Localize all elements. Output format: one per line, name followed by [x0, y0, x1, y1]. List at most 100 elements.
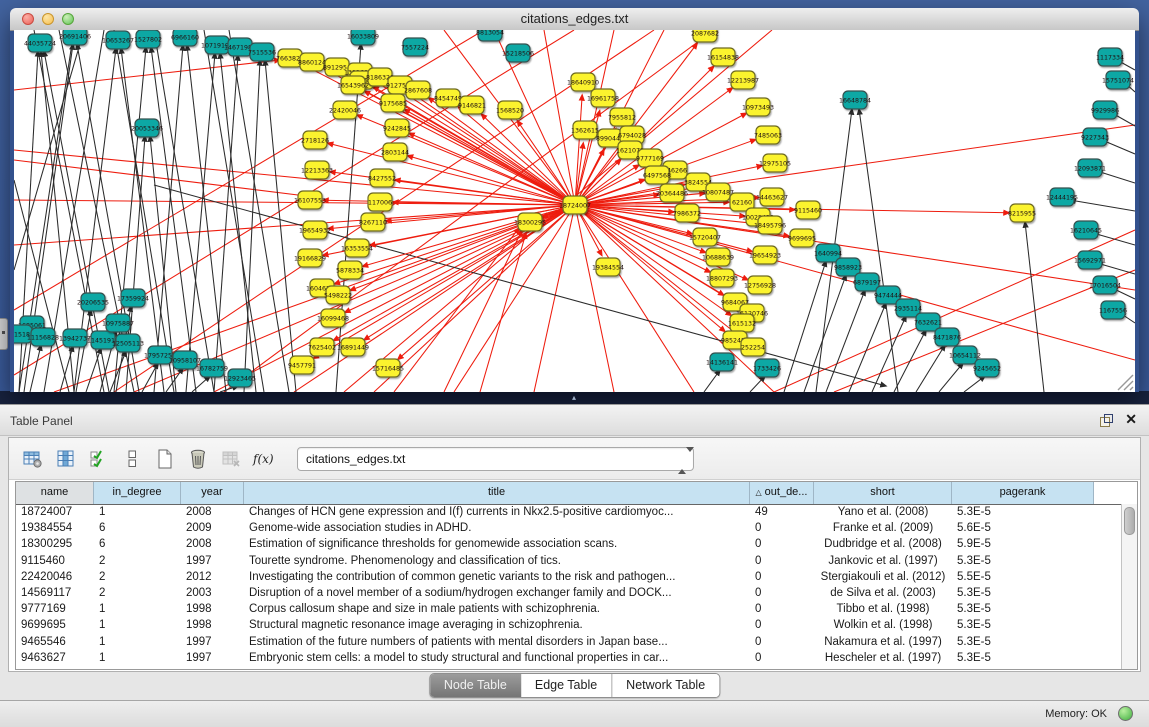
table-cell-title[interactable]: Embryonic stem cells: a model to study s…: [244, 650, 750, 666]
close-panel-icon[interactable]: ✕: [1125, 411, 1137, 428]
graph-node[interactable]: 2867608: [404, 81, 432, 99]
table-cell-title[interactable]: Corpus callosum shape and size in male p…: [244, 601, 750, 617]
graph-node[interactable]: 1527802: [134, 30, 162, 48]
table-cell-in_degree[interactable]: 2: [94, 569, 181, 585]
table-cell-pagerank[interactable]: 5.3E-5: [952, 504, 1094, 520]
table-cell-in_degree[interactable]: 2: [94, 585, 181, 601]
table-cell-name[interactable]: 19384554: [16, 520, 94, 536]
table-cell-name[interactable]: 9465546: [16, 634, 94, 650]
graph-node[interactable]: 5498222: [324, 286, 352, 304]
graph-node[interactable]: 1117334: [1096, 48, 1124, 66]
graph-node[interactable]: 20053346: [131, 119, 163, 137]
table-cell-out_degree[interactable]: 0: [750, 601, 814, 617]
graph-node[interactable]: 9457791: [288, 356, 316, 374]
graph-node[interactable]: 7625402: [308, 338, 336, 356]
collapsed-panel-handle[interactable]: [0, 318, 8, 350]
select-all-icon[interactable]: [85, 445, 113, 473]
graph-node[interactable]: 9146821: [458, 96, 486, 114]
create-column-icon[interactable]: [151, 445, 179, 473]
table-cell-name[interactable]: 18724007: [16, 504, 94, 520]
table-cell-pagerank[interactable]: 5.9E-5: [952, 536, 1094, 552]
table-row[interactable]: 2242004622012Investigating the contribut…: [16, 569, 1122, 585]
table-cell-pagerank[interactable]: 5.3E-5: [952, 585, 1094, 601]
float-panel-icon[interactable]: [1100, 414, 1113, 427]
graph-node[interactable]: 5878334: [336, 261, 364, 279]
table-cell-short[interactable]: de Silva et al. (2003): [814, 585, 952, 601]
graph-node[interactable]: 7986372: [673, 204, 701, 222]
graph-node[interactable]: 8267110: [359, 213, 387, 231]
graph-node[interactable]: 7485063: [754, 126, 782, 144]
table-cell-in_degree[interactable]: 6: [94, 536, 181, 552]
table-cell-pagerank[interactable]: 5.3E-5: [952, 553, 1094, 569]
graph-node[interactable]: 16961758: [587, 89, 619, 107]
graph-node[interactable]: 9175685: [379, 94, 407, 112]
graph-node[interactable]: 10688639: [702, 248, 734, 266]
graph-node[interactable]: 18495796: [754, 216, 786, 234]
table-cell-out_degree[interactable]: 0: [750, 569, 814, 585]
graph-node[interactable]: 18640910: [567, 73, 599, 91]
graph-node[interactable]: 15720407: [689, 228, 721, 246]
graph-node[interactable]: 16154838: [707, 48, 739, 66]
tab-edge-table[interactable]: Edge Table: [521, 674, 611, 697]
graph-node[interactable]: 10653267: [102, 31, 134, 49]
graph-node[interactable]: 6497568: [643, 166, 671, 184]
table-cell-pagerank[interactable]: 5.3E-5: [952, 634, 1094, 650]
graph-node[interactable]: 16891449: [337, 338, 369, 356]
graph-node[interactable]: 16099468: [317, 309, 349, 327]
table-row[interactable]: 1830029562008Estimation of significance …: [16, 536, 1122, 552]
graph-node[interactable]: 12756928: [744, 276, 776, 294]
graph-node[interactable]: 16353554: [341, 239, 373, 257]
table-row[interactable]: 1872400712008Changes of HCN gene express…: [16, 504, 1122, 520]
resize-grip-icon[interactable]: [1118, 375, 1133, 390]
graph-node[interactable]: 10807487: [702, 183, 734, 201]
graph-node[interactable]: 12505113: [112, 334, 144, 352]
graph-node[interactable]: 12975105: [759, 154, 791, 172]
graph-node[interactable]: 16782759: [196, 359, 228, 377]
graph-node[interactable]: 10975887: [102, 314, 134, 332]
graph-node[interactable]: 7955812: [608, 108, 636, 126]
graph-node[interactable]: 16033809: [347, 30, 379, 45]
table-cell-name[interactable]: 9777169: [16, 601, 94, 617]
table-row[interactable]: 969969511998Structural magnetic resonanc…: [16, 617, 1122, 633]
graph-node[interactable]: 9929986: [1091, 101, 1119, 119]
graph-node[interactable]: 44035724: [24, 34, 56, 52]
table-cell-short[interactable]: Nakamura et al. (1997): [814, 634, 952, 650]
graph-node[interactable]: 19654923: [749, 246, 781, 264]
table-cell-name[interactable]: 22420046: [16, 569, 94, 585]
scrollbar-thumb[interactable]: [1124, 507, 1135, 535]
table-cell-year[interactable]: 1998: [181, 601, 244, 617]
table-cell-year[interactable]: 2012: [181, 569, 244, 585]
graph-node[interactable]: 15218506: [502, 44, 534, 62]
table-cell-pagerank[interactable]: 5.3E-5: [952, 650, 1094, 666]
vertical-scrollbar[interactable]: [1121, 504, 1137, 669]
table-cell-out_degree[interactable]: 0: [750, 536, 814, 552]
table-cell-out_degree[interactable]: 0: [750, 634, 814, 650]
table-cell-year[interactable]: 1997: [181, 553, 244, 569]
column-header-name[interactable]: name: [16, 482, 94, 504]
graph-node[interactable]: 1733426: [753, 359, 781, 377]
graph-node[interactable]: 8471876: [933, 328, 961, 346]
graph-node[interactable]: 20206535: [77, 293, 109, 311]
graph-node[interactable]: 16543962: [337, 76, 369, 94]
graph-node[interactable]: 17016504: [1089, 276, 1121, 294]
deselect-all-icon[interactable]: [118, 445, 146, 473]
graph-node[interactable]: 11156828: [27, 328, 59, 346]
table-cell-in_degree[interactable]: 2: [94, 553, 181, 569]
table-cell-out_degree[interactable]: 0: [750, 617, 814, 633]
table-cell-in_degree[interactable]: 1: [94, 504, 181, 520]
graph-node[interactable]: 9245652: [973, 359, 1001, 377]
graph-node[interactable]: 15716485: [372, 359, 404, 377]
graph-node[interactable]: 9777169: [636, 149, 664, 167]
function-builder-icon[interactable]: f(x): [250, 445, 278, 473]
table-cell-title[interactable]: Estimation of significance thresholds fo…: [244, 536, 750, 552]
graph-node[interactable]: 2087682: [691, 30, 719, 42]
table-cell-title[interactable]: Disruption of a novel member of a sodium…: [244, 585, 750, 601]
column-header-in_degree[interactable]: in_degree: [94, 482, 181, 504]
table-cell-name[interactable]: 9699695: [16, 617, 94, 633]
graph-node[interactable]: 9699695: [788, 229, 816, 247]
graph-node[interactable]: 8427552: [368, 169, 396, 187]
graph-node[interactable]: 14136141: [706, 353, 738, 371]
splitter-handle[interactable]: ▴: [567, 394, 581, 403]
table-cell-title[interactable]: Tourette syndrome. Phenomenology and cla…: [244, 553, 750, 569]
graph-node[interactable]: 16210645: [1070, 221, 1102, 239]
